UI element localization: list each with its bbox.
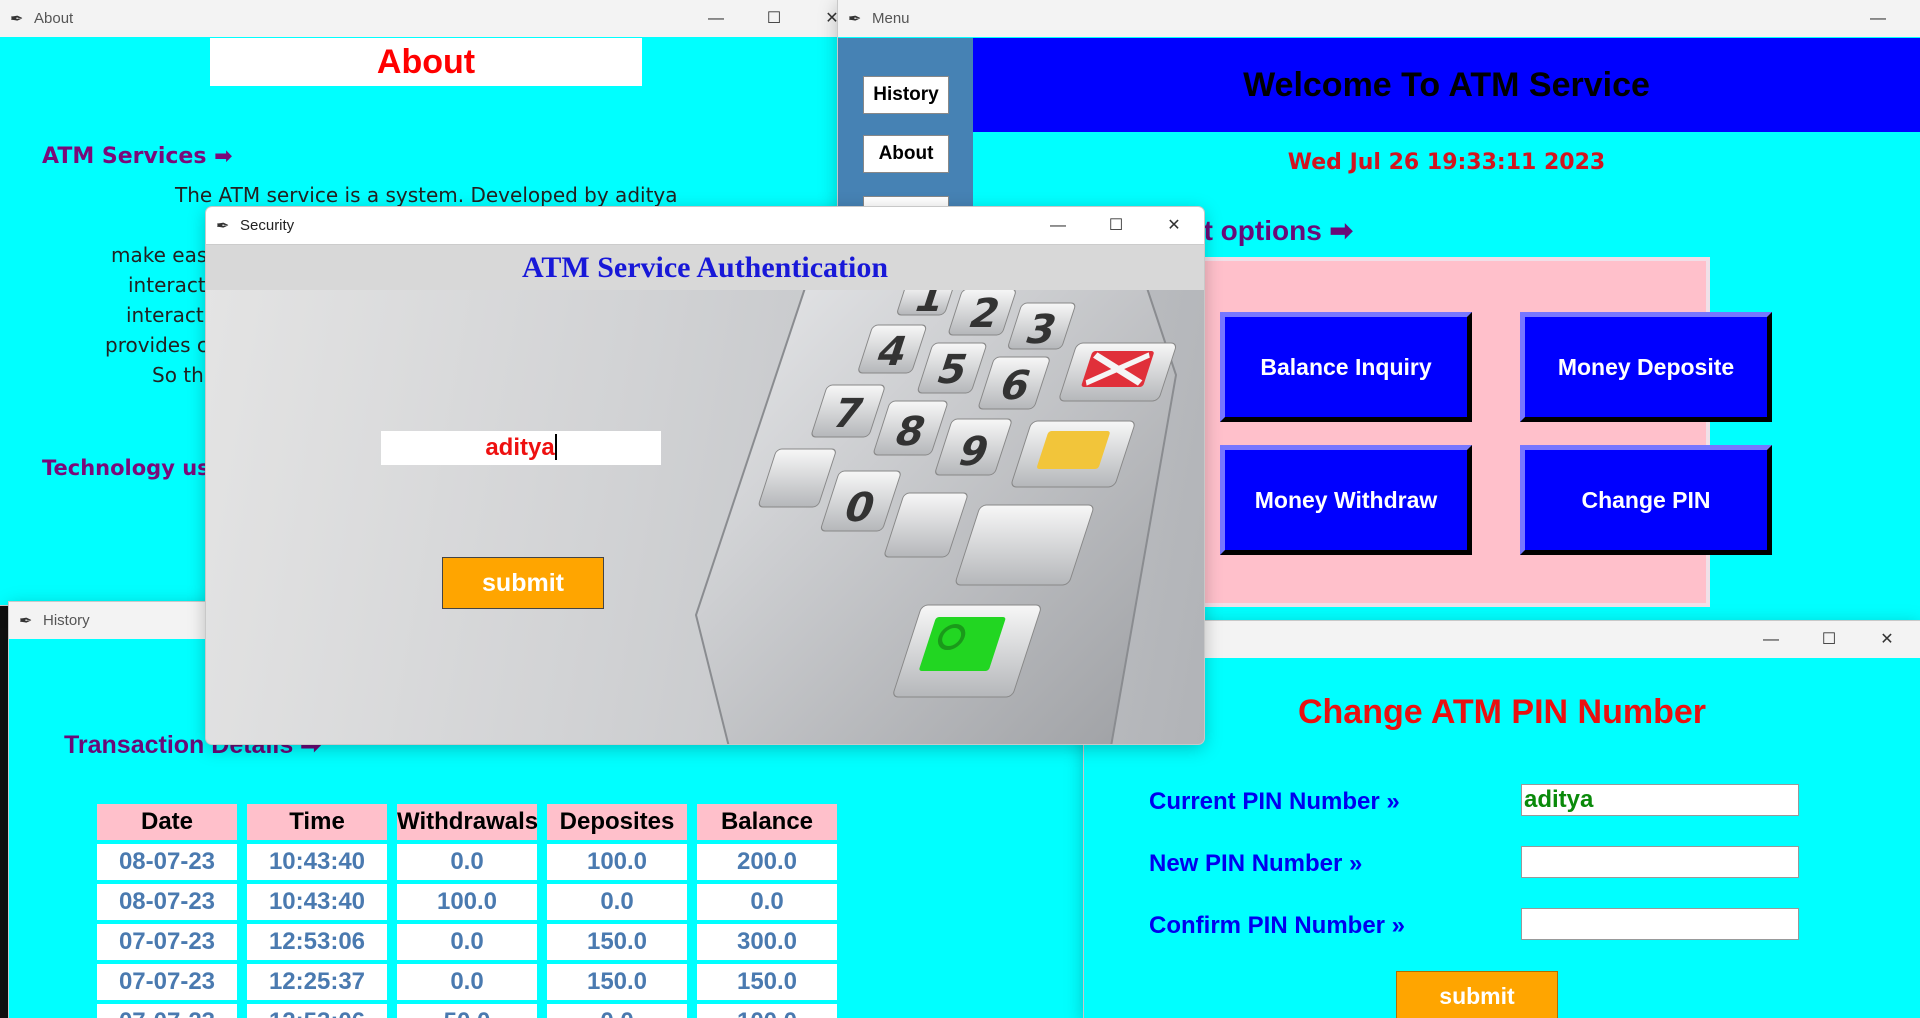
security-content: 1 2 3 4 5 6 7 8 9 0 ATM Service Authenti… bbox=[206, 245, 1204, 744]
menu-titlebar[interactable]: ✒ Menu — bbox=[838, 0, 1920, 37]
close-icon[interactable]: ✕ bbox=[1859, 621, 1915, 658]
pin-input-value: aditya bbox=[485, 434, 555, 461]
technology-heading: Technology use bbox=[42, 456, 224, 480]
money-withdraw-button[interactable]: Money Withdraw bbox=[1220, 445, 1472, 555]
text-caret bbox=[554, 434, 557, 460]
change-pin-titlebar[interactable]: — ☐ ✕ bbox=[1084, 621, 1920, 658]
feather-icon: ✒ bbox=[10, 11, 24, 28]
date-time: Wed Jul 26 19:33:11 2023 bbox=[1287, 150, 1606, 175]
table-cell: 12:53:06 bbox=[247, 924, 387, 960]
column-header-date: Date bbox=[97, 804, 237, 840]
table-cell: 300.0 bbox=[697, 924, 837, 960]
table-cell: 150.0 bbox=[547, 924, 687, 960]
maximize-icon[interactable]: ☐ bbox=[1088, 207, 1144, 244]
new-pin-label: New PIN Number » bbox=[1149, 850, 1363, 877]
about-heading: About bbox=[210, 38, 642, 86]
table-cell: 10:43:40 bbox=[247, 884, 387, 920]
pin-input[interactable]: aditya bbox=[381, 431, 661, 465]
close-icon[interactable]: ✕ bbox=[1146, 207, 1202, 244]
table-cell: 10:43:40 bbox=[247, 844, 387, 880]
table-cell: 0.0 bbox=[547, 1004, 687, 1018]
column-header-withdrawals: Withdrawals bbox=[397, 804, 538, 840]
table-cell: 08-07-23 bbox=[97, 884, 237, 920]
current-pin-label: Current PIN Number » bbox=[1149, 788, 1400, 815]
menu-window-title: Menu bbox=[872, 10, 910, 27]
table-cell: 0.0 bbox=[397, 964, 537, 1000]
feather-icon: ✒ bbox=[848, 11, 862, 28]
security-window: ✒ Security — ☐ ✕ 1 2 3 4 5 6 7 8 9 0 ATM… bbox=[206, 207, 1204, 744]
confirm-pin-field[interactable] bbox=[1521, 908, 1799, 940]
welcome-banner: Welcome To ATM Service bbox=[973, 38, 1920, 132]
minimize-icon[interactable]: — bbox=[1030, 207, 1086, 244]
table-cell: 150.0 bbox=[547, 964, 687, 1000]
minimize-icon[interactable]: — bbox=[1850, 0, 1906, 37]
minimize-icon[interactable]: — bbox=[688, 0, 744, 37]
change-pin-submit-button[interactable]: submit bbox=[1396, 971, 1558, 1018]
authentication-heading: ATM Service Authentication bbox=[206, 245, 1204, 290]
balance-inquiry-button[interactable]: Balance Inquiry bbox=[1220, 312, 1472, 422]
options-panel: Balance Inquiry Money Deposite Money Wit… bbox=[1200, 257, 1772, 607]
about-text-line: The ATM service is a system. Developed b… bbox=[175, 183, 678, 207]
table-cell: 50.0 bbox=[397, 1004, 537, 1018]
about-text-line: interact bbox=[126, 303, 204, 327]
confirm-pin-label: Confirm PIN Number » bbox=[1149, 912, 1406, 939]
table-cell: 0.0 bbox=[547, 884, 687, 920]
change-pin-button[interactable]: Change PIN bbox=[1520, 445, 1772, 555]
table-cell: 200.0 bbox=[697, 844, 837, 880]
minimize-icon[interactable]: — bbox=[1743, 621, 1799, 658]
about-window-title: About bbox=[34, 10, 74, 27]
feather-icon: ✒ bbox=[216, 218, 230, 235]
table-cell: 0.0 bbox=[397, 924, 537, 960]
feather-icon: ✒ bbox=[19, 613, 33, 630]
column-header-deposites: Deposites bbox=[547, 804, 687, 840]
change-pin-heading: Change ATM PIN Number bbox=[1297, 693, 1707, 731]
table-cell: 100.0 bbox=[397, 884, 537, 920]
about-text-line: interact bbox=[128, 273, 206, 297]
table-cell: 150.0 bbox=[697, 964, 837, 1000]
column-header-balance: Balance bbox=[697, 804, 837, 840]
table-cell: 08-07-23 bbox=[97, 844, 237, 880]
atm-keypad-image: 1 2 3 4 5 6 7 8 9 0 bbox=[694, 285, 1178, 744]
history-window-title: History bbox=[43, 612, 90, 629]
table-cell: 07-07-23 bbox=[97, 1004, 237, 1018]
table-cell: 0.0 bbox=[397, 844, 537, 880]
table-cell: 12:53:06 bbox=[247, 1004, 387, 1018]
current-pin-field[interactable] bbox=[1521, 784, 1799, 816]
maximize-icon[interactable]: ☐ bbox=[1801, 621, 1857, 658]
select-options-heading: ct options ➡ bbox=[1188, 215, 1354, 246]
about-text-line: So th bbox=[152, 363, 204, 387]
new-pin-field[interactable] bbox=[1521, 846, 1799, 878]
about-button[interactable]: About bbox=[863, 135, 949, 173]
about-titlebar[interactable]: ✒ About — ☐ ✕ bbox=[0, 0, 838, 37]
clear-key-icon bbox=[1037, 431, 1110, 469]
security-window-title: Security bbox=[240, 217, 295, 234]
table-cell: 07-07-23 bbox=[97, 924, 237, 960]
column-header-time: Time bbox=[247, 804, 387, 840]
about-text-line: provides c bbox=[105, 333, 208, 357]
history-button[interactable]: History bbox=[863, 76, 949, 114]
change-pin-content: Change ATM PIN Number Current PIN Number… bbox=[1084, 659, 1920, 1018]
change-pin-window: — ☐ ✕ Change ATM PIN Number Current PIN … bbox=[1084, 621, 1920, 1018]
money-deposite-button[interactable]: Money Deposite bbox=[1520, 312, 1772, 422]
table-cell: 07-07-23 bbox=[97, 964, 237, 1000]
table-cell: 12:25:37 bbox=[247, 964, 387, 1000]
security-titlebar[interactable]: ✒ Security — ☐ ✕ bbox=[206, 207, 1204, 244]
table-cell: 100.0 bbox=[697, 1004, 837, 1018]
atm-services-heading: ATM Services ➡ bbox=[42, 144, 233, 169]
maximize-icon[interactable]: ☐ bbox=[746, 0, 802, 37]
close-icon[interactable]: ✕ bbox=[804, 0, 838, 37]
table-cell: 100.0 bbox=[547, 844, 687, 880]
table-cell: 0.0 bbox=[697, 884, 837, 920]
about-text-line: make eas bbox=[111, 243, 208, 267]
security-submit-button[interactable]: submit bbox=[442, 557, 604, 609]
